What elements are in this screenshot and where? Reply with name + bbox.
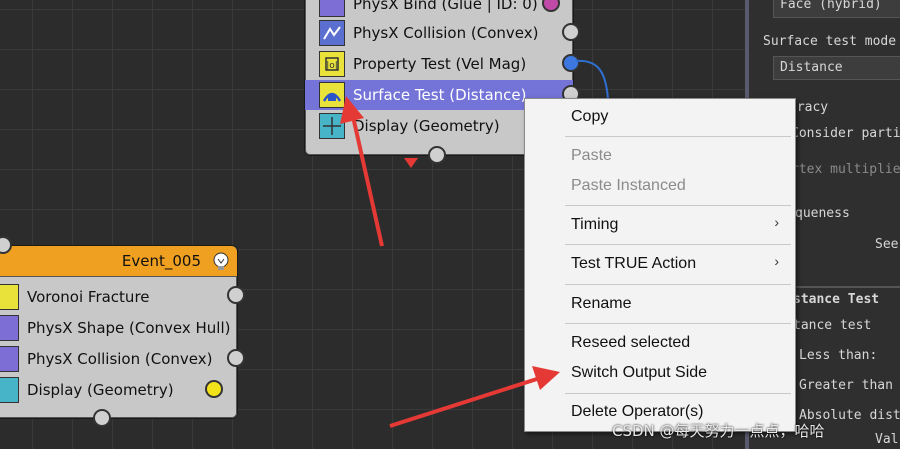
annotation-arrows	[340, 96, 560, 428]
annotation-arrow-right	[389, 366, 560, 428]
annotation-arrow-up	[340, 96, 384, 247]
watermark: CSDN @每天努力一点点，哈哈	[612, 422, 825, 440]
